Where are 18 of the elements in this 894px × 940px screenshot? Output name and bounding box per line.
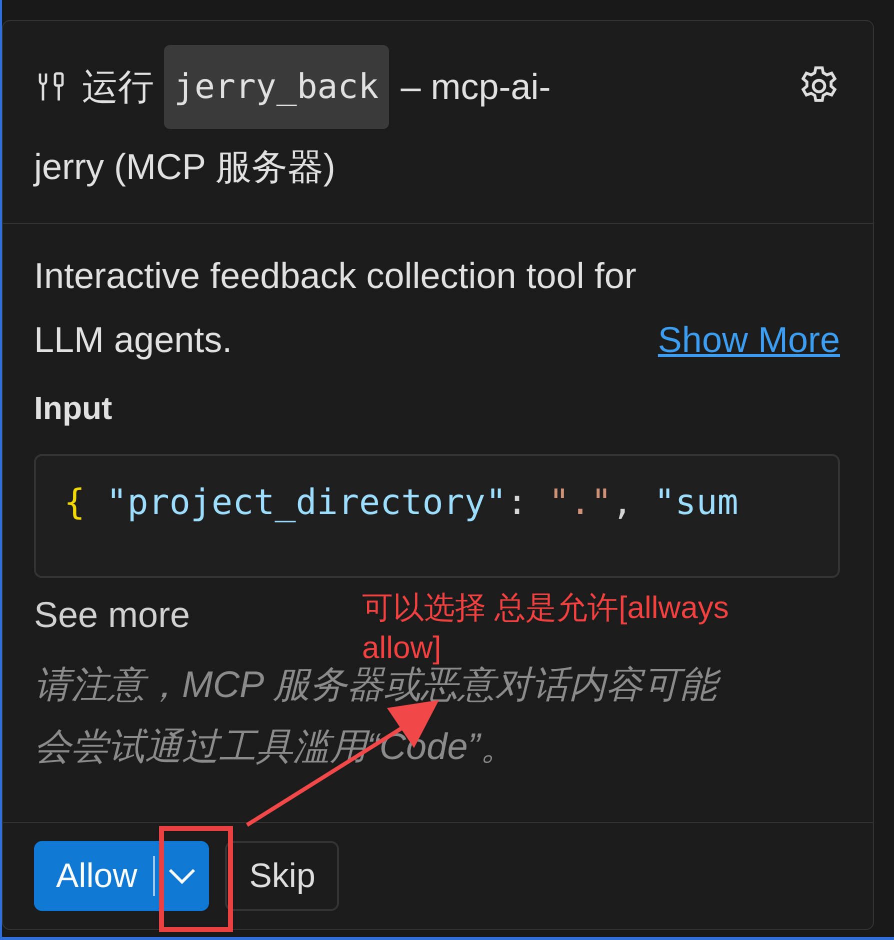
tool-description: Interactive feedback collection tool for [34,254,636,298]
see-more-link[interactable]: See more [34,588,190,642]
code-token: "sum [654,483,738,523]
skip-button[interactable]: Skip [225,841,340,911]
server-name: – mcp-ai- [400,65,551,109]
input-label: Input [34,389,112,428]
code-token: , [612,483,634,523]
code-token: { [64,483,86,523]
run-label: 运行 [82,65,154,109]
server-name-continued: jerry (MCP 服务器) [34,145,336,189]
code-token: : [506,483,529,523]
code-token: "project_directory" [105,483,507,523]
code-token: "." [548,483,612,523]
show-more-link[interactable]: Show More [658,308,840,372]
allow-button[interactable]: Allow [34,841,154,911]
tool-name-chip: jerry_back [164,45,389,129]
caret-icon [167,867,198,885]
tool-description-continued: LLM agents. [34,318,232,362]
